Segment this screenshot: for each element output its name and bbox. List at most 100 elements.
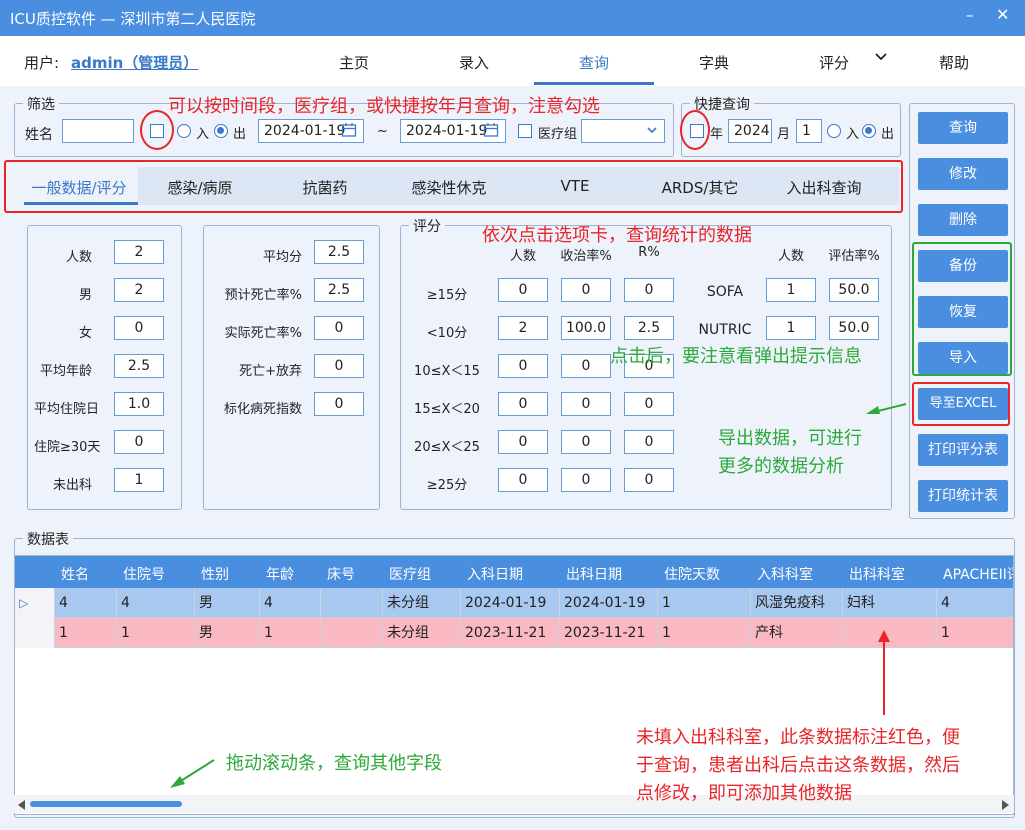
close-icon[interactable]: ✕ (996, 5, 1009, 24)
delete-button[interactable]: 删除 (918, 204, 1008, 236)
scrollbar-thumb[interactable] (30, 801, 182, 807)
score-row-label: 10≤X＜15 (414, 364, 480, 379)
radio-in-label: 入 (196, 127, 210, 142)
score-metric-value: 1 (766, 278, 816, 302)
quick-radio-out-label: 出 (881, 127, 895, 142)
stat-value: 1.0 (114, 392, 164, 416)
annotation-export-line2: 更多的数据分析 (718, 456, 844, 477)
menu-bar: 用户: admin（管理员） 主页 录入 查询 字典 评分 帮助 (0, 36, 1025, 86)
column-header[interactable]: 姓名 (61, 564, 89, 584)
annotation-circle (680, 110, 710, 150)
edit-button[interactable]: 修改 (918, 158, 1008, 190)
score-row-label: 15≤X＜20 (414, 402, 480, 417)
column-header[interactable]: 出科科室 (849, 564, 905, 584)
score-row-label: <10分 (426, 326, 468, 341)
menu-help[interactable]: 帮助 (894, 52, 1014, 73)
scroll-right-icon[interactable] (1002, 799, 1010, 814)
column-header[interactable]: 医疗组 (389, 564, 431, 584)
horizontal-scrollbar[interactable] (14, 795, 1014, 813)
chevron-down-icon[interactable] (874, 50, 888, 68)
score-value: 0 (498, 354, 548, 378)
stat-label: 男 (78, 288, 92, 303)
medical-group-select[interactable] (581, 119, 665, 143)
annotation-red-line1: 未填入出科科室，此条数据标注红色，便 (636, 727, 960, 748)
table-cell: 4 (260, 588, 321, 618)
stat-value: 2.5 (114, 354, 164, 378)
score-row-label: ≥25分 (426, 478, 468, 493)
year-label: 年 (710, 127, 724, 142)
calendar-icon[interactable] (341, 122, 357, 142)
quick-radio-in-label: 入 (846, 127, 860, 142)
score-value: 2 (498, 316, 548, 340)
annotation-tabs: 依次点击选项卡，查询统计的数据 (482, 225, 752, 246)
column-header[interactable]: 出科日期 (566, 564, 622, 584)
scroll-left-icon[interactable] (18, 799, 26, 814)
score-value: 0 (498, 468, 548, 492)
annotation-circle (140, 110, 174, 150)
score-value: 0 (624, 468, 674, 492)
menu-entry[interactable]: 录入 (414, 52, 534, 73)
column-header[interactable]: 入科科室 (757, 564, 813, 584)
table-row[interactable]: 1 1 男 1 未分组 2023-11-21 2023-11-21 1 产科 1 (15, 618, 1013, 648)
mortality-label: 标化病死指数 (223, 402, 302, 417)
radio-in[interactable] (177, 124, 191, 138)
annotation-red-line3: 点修改，即可添加其他数据 (636, 783, 852, 804)
menu-home[interactable]: 主页 (294, 52, 414, 73)
menu-dictionary[interactable]: 字典 (654, 52, 774, 73)
row-marker: ▷ (15, 588, 55, 618)
mortality-value: 0 (314, 316, 364, 340)
print-stats-button[interactable]: 打印统计表 (918, 480, 1008, 512)
mortality-label: 实际死亡率% (224, 326, 302, 341)
column-header[interactable]: 年龄 (266, 564, 294, 584)
table-cell: 2023-11-21 (461, 618, 560, 648)
score-header: 人数 (509, 249, 536, 264)
user-name-link[interactable]: admin（管理员） (71, 52, 198, 73)
table-cell: 4 (55, 588, 117, 618)
month-input[interactable]: 1 (796, 119, 822, 143)
date-from-value: 2024-01-19 (264, 123, 346, 139)
query-button[interactable]: 查询 (918, 112, 1008, 144)
score-value: 0 (561, 354, 611, 378)
calendar-icon[interactable] (483, 122, 499, 142)
radio-out[interactable] (214, 124, 228, 138)
annotation-popup: 点击后，要注意看弹出提示信息 (610, 346, 862, 367)
window-title: ICU质控软件 — 深圳市第二人民医院 (10, 10, 256, 28)
row-marker (15, 618, 55, 648)
menu-query[interactable]: 查询 (534, 52, 654, 73)
print-score-button[interactable]: 打印评分表 (918, 434, 1008, 466)
quick-radio-out[interactable] (862, 124, 876, 138)
medical-group-checkbox[interactable] (518, 124, 532, 138)
stat-value: 1 (114, 468, 164, 492)
column-header[interactable]: 住院号 (123, 564, 165, 584)
column-header[interactable]: 床号 (327, 564, 355, 584)
date-to-value: 2024-01-19 (406, 123, 488, 139)
stat-label: 人数 (65, 250, 92, 265)
score-value: 0 (624, 392, 674, 416)
score-metric-value: 1 (766, 316, 816, 340)
month-label: 月 (777, 127, 791, 142)
column-header[interactable]: 入科日期 (467, 564, 523, 584)
annotation-filter: 可以按时间段，医疗组，或快捷按年月查询，注意勾选 (168, 96, 600, 117)
year-input[interactable]: 2024 (728, 119, 772, 143)
column-header[interactable]: APACHEII评 (943, 564, 1013, 584)
stat-label: 女 (78, 326, 92, 341)
annotation-export-box (912, 382, 1010, 426)
table-cell: 1 (937, 618, 1013, 648)
score-header: 收治率% (560, 249, 612, 264)
table-row[interactable]: ▷ 4 4 男 4 未分组 2024-01-19 2024-01-19 1 风湿免疫科 妇科 4 (15, 588, 1013, 618)
column-header[interactable]: 住院天数 (664, 564, 720, 584)
minimize-icon[interactable]: – (966, 6, 974, 24)
column-header[interactable]: 性别 (201, 564, 229, 584)
table-cell: 4 (937, 588, 1013, 618)
score-header: 人数 (777, 249, 804, 264)
table-cell: 4 (117, 588, 195, 618)
mortality-value: 2.5 (314, 278, 364, 302)
score-value: 0 (561, 278, 611, 302)
table-cell: 1 (260, 618, 321, 648)
stat-value: 0 (114, 430, 164, 454)
name-input[interactable] (62, 119, 134, 143)
quick-radio-in[interactable] (827, 124, 841, 138)
score-value: 2.5 (624, 316, 674, 340)
table-cell: 2023-11-21 (560, 618, 658, 648)
stat-label: 平均年龄 (39, 364, 92, 379)
